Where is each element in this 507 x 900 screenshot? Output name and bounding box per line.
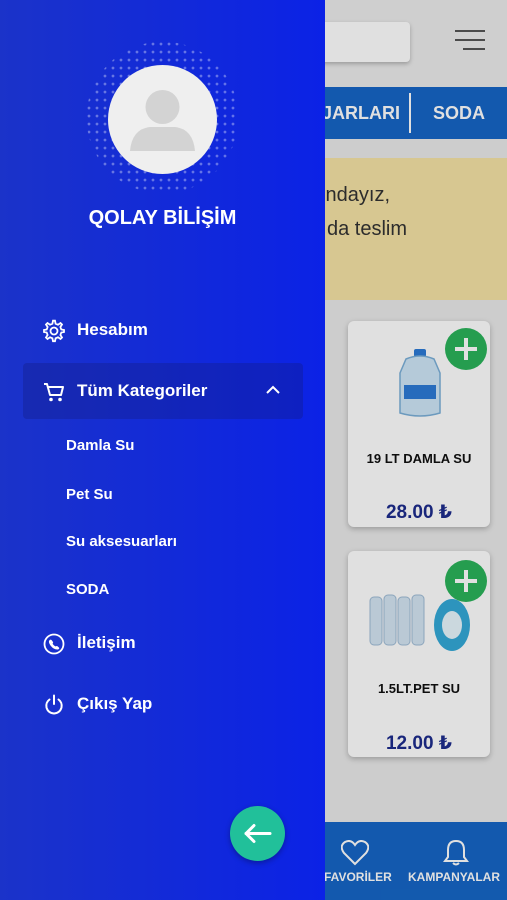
menu-item-label: Hesabım bbox=[77, 320, 148, 339]
user-silhouette-icon bbox=[130, 90, 195, 151]
avatar[interactable] bbox=[108, 65, 217, 174]
menu-item-account[interactable]: Hesabım bbox=[0, 302, 325, 358]
menu-item-contact[interactable]: İletişim bbox=[0, 615, 325, 671]
subcategory-su-aksesuarlari[interactable]: Su aksesuarları bbox=[66, 533, 177, 550]
menu-item-label: Tüm Kategoriler bbox=[77, 381, 208, 400]
gear-icon bbox=[43, 319, 65, 343]
menu-item-all-categories[interactable]: Tüm Kategoriler bbox=[23, 363, 303, 419]
avatar-decoration bbox=[85, 40, 240, 195]
menu-item-label: İletişim bbox=[77, 633, 136, 652]
navigation-drawer: QOLAY BİLİŞİM Hesabım Tüm Kategoriler Da… bbox=[0, 0, 325, 900]
subcategory-pet-su[interactable]: Pet Su bbox=[66, 486, 113, 503]
user-name: QOLAY BİLİŞİM bbox=[88, 207, 237, 229]
menu-item-label: Çıkış Yap bbox=[77, 694, 153, 713]
chevron-up-icon[interactable] bbox=[265, 385, 281, 395]
menu-item-logout[interactable]: Çıkış Yap bbox=[0, 676, 325, 732]
power-icon bbox=[45, 694, 63, 715]
subcategory-soda[interactable]: SODA bbox=[66, 581, 109, 598]
cart-icon bbox=[44, 383, 64, 402]
arrow-left-icon bbox=[244, 824, 272, 843]
subcategory-damla-su[interactable]: Damla Su bbox=[66, 437, 134, 454]
close-drawer-button[interactable] bbox=[230, 806, 285, 861]
contact-icon bbox=[43, 633, 65, 655]
